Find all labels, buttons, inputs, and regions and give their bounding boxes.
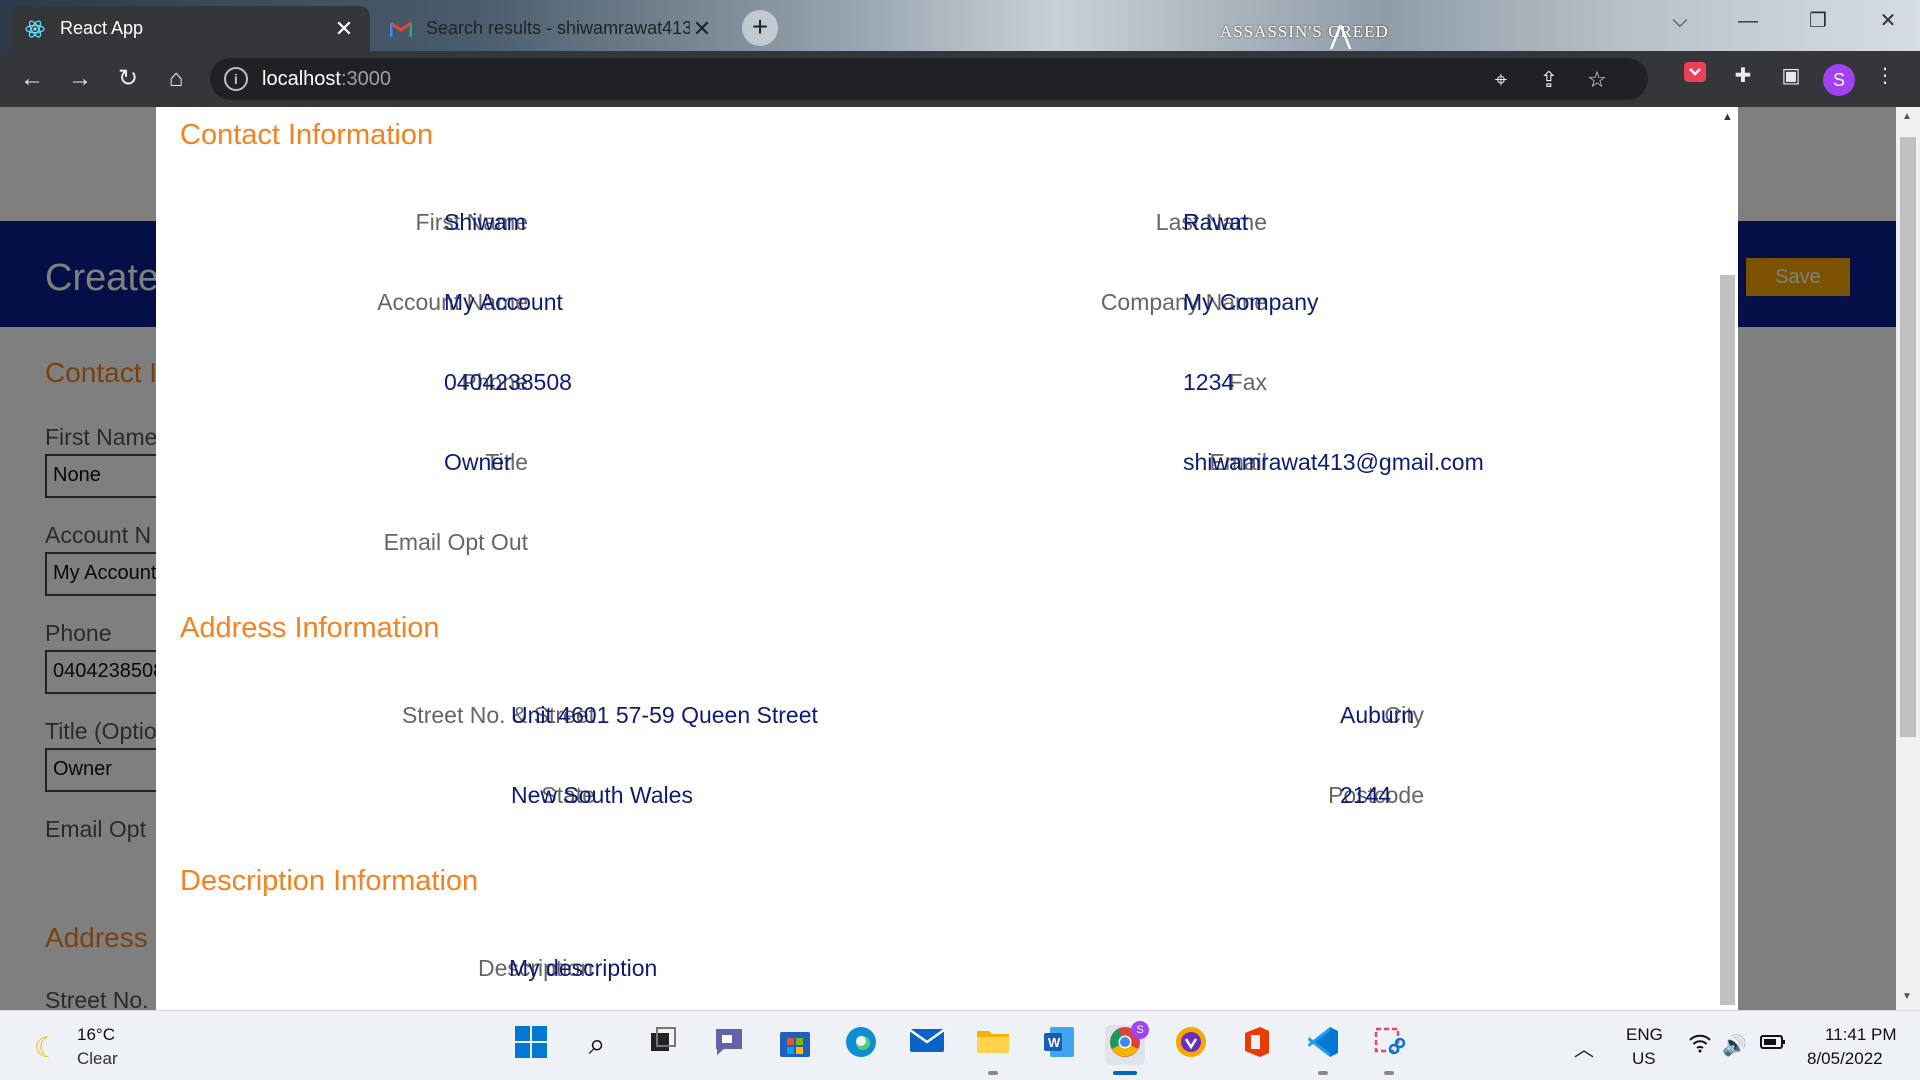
forward-arrow-icon[interactable]: →: [62, 61, 98, 97]
section-title-address: Address Information: [180, 612, 440, 644]
chevron-up-icon[interactable]: ︿: [1574, 1033, 1594, 1062]
file-explorer-icon[interactable]: [973, 1025, 1013, 1065]
scrollbar-thumb[interactable]: [1900, 137, 1916, 737]
page-scrollbar[interactable]: ▲ ▼: [1896, 107, 1920, 1010]
wifi-icon[interactable]: [1688, 1033, 1712, 1059]
running-indicator: [1384, 1071, 1394, 1075]
restore-icon[interactable]: ❐: [1790, 6, 1846, 40]
back-arrow-icon[interactable]: ←: [14, 61, 50, 97]
scrollbar-thumb[interactable]: [1720, 275, 1735, 1005]
gmail-icon: [390, 18, 412, 40]
minimize-icon[interactable]: —: [1720, 6, 1776, 40]
record-details-modal: Contact Information First Name Shiwam La…: [156, 107, 1738, 1010]
close-icon[interactable]: ✕: [690, 16, 714, 42]
value-description: My description: [509, 955, 658, 981]
profile-avatar[interactable]: S: [1823, 64, 1855, 96]
value-city: Auburn: [1340, 702, 1415, 728]
vpn-shield-icon[interactable]: [1171, 1025, 1211, 1065]
tab-title: React App: [60, 18, 144, 38]
url-text: localhost:3000: [262, 68, 391, 90]
extensions-puzzle-icon[interactable]: ✚: [1728, 61, 1758, 91]
label-email-opt-out: Email Opt Out: [383, 529, 528, 555]
tab-search-icon[interactable]: ⌵: [1652, 6, 1708, 40]
language-region[interactable]: US: [1632, 1049, 1656, 1069]
tab-title: Search results - shiwamrawat413: [426, 18, 690, 38]
task-view-icon[interactable]: [643, 1025, 683, 1065]
windows-start-icon[interactable]: [511, 1025, 551, 1065]
value-phone: 0404238508: [444, 369, 572, 395]
assassins-emblem-icon: ⋀: [1330, 20, 1352, 50]
weather-condition[interactable]: Clear: [77, 1049, 118, 1069]
active-indicator: [1113, 1071, 1137, 1075]
scroll-up-arrow-icon[interactable]: ▲: [1722, 111, 1733, 123]
menu-kebab-icon[interactable]: ⋮: [1870, 61, 1900, 91]
label-fax: Fax: [1228, 369, 1267, 395]
running-indicator: [988, 1071, 998, 1075]
react-icon: [24, 18, 46, 40]
location-pin-icon[interactable]: ⌖: [1488, 67, 1514, 93]
home-icon[interactable]: ⌂: [158, 61, 194, 97]
pocket-extension-icon[interactable]: [1680, 61, 1710, 91]
tab-react-app[interactable]: React App ✕: [10, 6, 370, 51]
edge-browser-icon[interactable]: [841, 1025, 881, 1065]
windows-taskbar: ☾ 16°C Clear ⌕ W S ︿ ENG US 🔊 11:41 PM 8…: [0, 1010, 1920, 1080]
chrome-profile-badge: S: [1131, 1021, 1149, 1039]
tab-gmail-search[interactable]: Search results - shiwamrawat413 ✕: [376, 6, 728, 51]
office-icon[interactable]: [1237, 1025, 1277, 1065]
value-last-name: Rawat: [1183, 209, 1249, 235]
value-postcode: 2144: [1340, 782, 1392, 808]
value-email: shiwamrawat413@gmail.com: [1183, 449, 1484, 475]
new-tab-button[interactable]: +: [742, 10, 778, 46]
site-info-icon[interactable]: i: [224, 67, 248, 91]
word-icon[interactable]: W: [1039, 1025, 1079, 1065]
close-icon[interactable]: ✕: [332, 16, 356, 42]
value-street: Unit 4601 57-59 Queen Street: [511, 702, 818, 728]
volume-icon[interactable]: 🔊: [1722, 1033, 1747, 1058]
value-fax: 1234: [1183, 369, 1235, 395]
bookmark-star-icon[interactable]: ☆: [1584, 67, 1610, 93]
browser-tab-strip: React App ✕ Search results - shiwamrawat…: [0, 0, 1920, 51]
moon-weather-icon[interactable]: ☾: [34, 1031, 59, 1064]
value-state: New South Wales: [511, 782, 693, 808]
window-close-icon[interactable]: ✕: [1860, 6, 1916, 40]
value-company-name: My Company: [1183, 289, 1319, 315]
modal-scrollbar[interactable]: ▲: [1717, 107, 1738, 1010]
language-indicator[interactable]: ENG: [1626, 1025, 1663, 1045]
battery-icon[interactable]: [1760, 1033, 1786, 1056]
mail-icon[interactable]: [907, 1025, 947, 1065]
clock-time[interactable]: 11:41 PM: [1825, 1025, 1897, 1045]
weather-temperature[interactable]: 16°C: [77, 1025, 115, 1045]
value-account-name: My Account: [444, 289, 563, 315]
running-indicator: [1318, 1071, 1328, 1075]
share-icon[interactable]: ⇪: [1536, 67, 1562, 93]
search-icon[interactable]: ⌕: [577, 1025, 617, 1065]
microsoft-store-icon[interactable]: [775, 1025, 815, 1065]
browser-toolbar: ← → ↻ ⌂ i localhost:3000 ⌖ ⇪ ☆ ✚ ▣ S ⋮: [0, 51, 1920, 107]
scroll-up-arrow-icon[interactable]: ▲: [1902, 111, 1912, 122]
reload-icon[interactable]: ↻: [110, 61, 146, 97]
section-title-contact: Contact Information: [180, 119, 434, 151]
value-title: Owner: [444, 449, 512, 475]
vscode-icon[interactable]: [1303, 1025, 1343, 1065]
scroll-down-arrow-icon[interactable]: ▼: [1902, 991, 1912, 1002]
svg-text:W: W: [1048, 1035, 1061, 1050]
clock-date[interactable]: 8/05/2022: [1807, 1049, 1883, 1069]
teams-chat-icon[interactable]: [709, 1025, 749, 1065]
side-panel-icon[interactable]: ▣: [1776, 61, 1806, 91]
snipping-tool-icon[interactable]: [1369, 1025, 1409, 1065]
address-bar[interactable]: i localhost:3000 ⌖ ⇪ ☆: [210, 58, 1648, 100]
theme-logo: ASSASSIN'S CREED: [1220, 22, 1389, 41]
section-title-description: Description Information: [180, 865, 479, 897]
value-first-name: Shiwam: [444, 209, 526, 235]
